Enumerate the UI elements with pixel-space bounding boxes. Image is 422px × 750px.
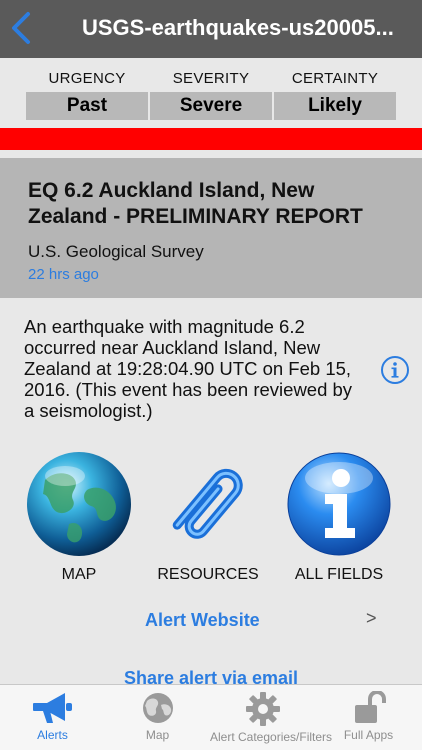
severity-field: SEVERITY Severe xyxy=(150,70,272,120)
tab-full-apps-label: Full Apps xyxy=(343,728,394,742)
map-label: MAP xyxy=(61,566,97,583)
certainty-label: CERTAINTY xyxy=(291,70,379,87)
navigation-bar: USGS-earthquakes-us20005... xyxy=(0,0,422,58)
tab-map[interactable]: Map xyxy=(105,691,210,742)
certainty-value: Likely xyxy=(274,92,396,120)
alert-description: An earthquake with magnitude 6.2 occurre… xyxy=(24,316,353,421)
tab-alerts[interactable]: Alerts xyxy=(0,691,105,742)
severity-label: SEVERITY xyxy=(172,70,250,87)
map-button[interactable]: MAP xyxy=(18,450,140,584)
page-title: USGS-earthquakes-us20005... xyxy=(82,15,394,40)
all-fields-label: ALL FIELDS xyxy=(294,566,384,583)
urgency-label: URGENCY xyxy=(48,70,126,87)
alert-timestamp: 22 hrs ago xyxy=(28,266,99,283)
tab-bar: Alerts Map Alert Categories/Filters Full… xyxy=(0,684,422,750)
tab-alert-categories-label: Alert Categories/Filters xyxy=(210,730,333,744)
alert-meta-row: URGENCY Past SEVERITY Severe CERTAINTY L… xyxy=(0,58,422,126)
urgency-field: URGENCY Past xyxy=(26,70,148,120)
alert-website-link[interactable]: Alert Website xyxy=(145,610,260,631)
back-button[interactable] xyxy=(8,10,38,46)
chevron-right-icon: > xyxy=(366,608,377,628)
unlock-icon xyxy=(354,691,386,723)
tab-alert-categories[interactable]: Alert Categories/Filters xyxy=(210,691,333,744)
severity-value: Severe xyxy=(150,92,272,120)
urgency-value: Past xyxy=(26,92,148,120)
globe-icon xyxy=(27,452,131,556)
certainty-field: CERTAINTY Likely xyxy=(274,70,396,120)
tab-full-apps[interactable]: Full Apps xyxy=(316,691,421,742)
info-icon xyxy=(381,356,409,384)
chevron-left-icon xyxy=(12,12,30,44)
resources-label: RESOURCES xyxy=(157,566,259,583)
all-fields-button[interactable]: ALL FIELDS xyxy=(278,450,400,584)
globe-icon xyxy=(142,693,173,723)
info-circle-icon xyxy=(287,452,391,556)
alert-source: U.S. Geological Survey xyxy=(28,242,204,261)
tab-alerts-label: Alerts xyxy=(37,728,68,742)
tab-map-label: Map xyxy=(145,728,170,742)
megaphone-icon xyxy=(32,693,72,723)
severity-color-bar xyxy=(0,128,422,150)
alert-title: EQ 6.2 Auckland Island, New Zealand - PR… xyxy=(28,179,363,228)
resources-button[interactable]: RESOURCES xyxy=(147,450,269,584)
gear-icon xyxy=(245,692,280,726)
alert-header: EQ 6.2 Auckland Island, New Zealand - PR… xyxy=(0,158,422,298)
info-button[interactable] xyxy=(380,355,410,385)
paperclip-icon xyxy=(172,468,243,539)
